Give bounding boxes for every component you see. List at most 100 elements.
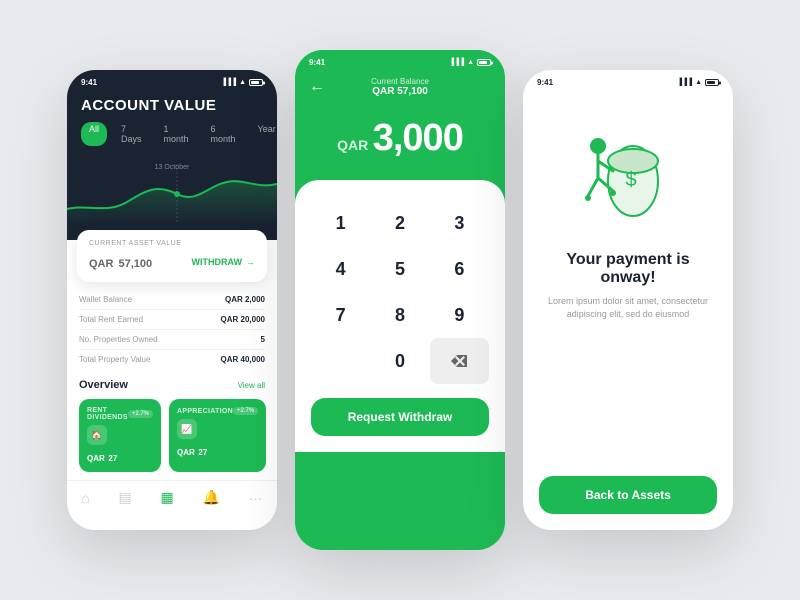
svg-text:$: $: [625, 169, 636, 191]
filter-tab-7days[interactable]: 7 Days: [113, 122, 150, 146]
asset-card-value-row: QAR 57,100 WITHDRAW →: [89, 251, 255, 272]
header-content: Current Balance QAR 57,100: [371, 77, 429, 97]
account-chart: [67, 164, 277, 224]
overview-card-dividends: RENT DIVIDENDS +2.7% 🏠 QAR 27: [79, 399, 161, 472]
nav-portfolio[interactable]: ▤: [119, 489, 132, 506]
asset-amount: 57,100: [118, 258, 152, 270]
amount-value: 3,000: [373, 117, 463, 159]
amount-currency: QAR: [337, 137, 368, 153]
numpad-key-2[interactable]: 2: [370, 200, 429, 246]
header-balance: QAR 57,100: [371, 86, 429, 97]
filter-tabs: All 7 Days 1 month 6 month Year: [81, 122, 263, 146]
phone-withdraw: 9:41 ▐▐▐ ▲ ← Current Balance QAR 57,100 …: [295, 50, 505, 550]
filter-tab-1month[interactable]: 1 month: [156, 122, 197, 146]
overview-card-dividends-value: QAR 27: [87, 449, 153, 464]
wifi-icon-2: ▲: [467, 59, 474, 66]
signal-icon: ▐▐▐: [221, 79, 236, 86]
portfolio-icon: ▤: [119, 489, 132, 506]
status-icons-2: ▐▐▐ ▲: [449, 59, 491, 66]
withdraw-button[interactable]: WITHDRAW →: [192, 257, 256, 267]
appreciation-icon: 📈: [177, 419, 197, 439]
status-bar-1: 9:41 ▐▐▐ ▲: [67, 70, 277, 91]
overview-cards: RENT DIVIDENDS +2.7% 🏠 QAR 27 APPRECIATI…: [79, 399, 265, 472]
overview-header: Overview View all: [79, 379, 265, 391]
filter-tab-all[interactable]: All: [81, 122, 107, 146]
wifi-icon: ▲: [239, 79, 246, 86]
numpad-key-0[interactable]: 0: [370, 338, 429, 384]
overview-card-appreciation-badge: +2.7%: [233, 407, 258, 415]
status-bar-2: 9:41 ▐▐▐ ▲: [295, 50, 505, 71]
overview-section: Overview View all RENT DIVIDENDS +2.7% 🏠…: [67, 379, 277, 472]
overview-title: Overview: [79, 379, 128, 391]
chart-icon: ▦: [161, 489, 174, 506]
battery-icon-1: [249, 79, 263, 86]
numpad-key-7[interactable]: 7: [311, 292, 370, 338]
signal-icon-3: ▐▐▐: [677, 79, 692, 86]
dividends-icon: 🏠: [87, 425, 107, 445]
numpad-key-6[interactable]: 6: [430, 246, 489, 292]
status-icons-1: ▐▐▐ ▲: [221, 79, 263, 86]
request-withdraw-button[interactable]: Request Withdraw: [311, 398, 489, 436]
back-button[interactable]: ←: [309, 78, 325, 96]
chart-area: 13 October: [67, 160, 277, 240]
arrow-right-icon: →: [246, 257, 255, 267]
balance-row-wallet: Wallet Balance QAR 2,000: [79, 290, 265, 310]
balance-value-property-value: QAR 40,000: [221, 355, 265, 364]
status-time-1: 9:41: [81, 78, 97, 87]
balance-label-wallet: Wallet Balance: [79, 295, 132, 304]
nav-notifications[interactable]: 🔔: [202, 489, 219, 506]
payment-illustration-svg: $: [563, 106, 693, 236]
numpad-key-8[interactable]: 8: [370, 292, 429, 338]
status-bar-3: 9:41 ▐▐▐ ▲: [523, 70, 733, 91]
phone-payment: 9:41 ▐▐▐ ▲ $: [523, 70, 733, 530]
home-icon: ⌂: [81, 490, 89, 506]
payment-description: Lorem ipsum dolor sit amet, consectetur …: [543, 295, 713, 320]
battery-icon-2: [477, 59, 491, 66]
payment-illustration: $: [523, 91, 733, 251]
numpad-key-5[interactable]: 5: [370, 246, 429, 292]
balance-value-properties: 5: [261, 335, 265, 344]
battery-icon-3: [705, 79, 719, 86]
overview-card-appreciation-label: APPRECIATION: [177, 408, 233, 415]
amount-display: QAR 3,000: [295, 101, 505, 180]
filter-tab-year[interactable]: Year: [250, 122, 277, 146]
chart-date-label: 13 October: [155, 164, 190, 171]
top-section: ACCOUNT VALUE All 7 Days 1 month 6 month…: [67, 91, 277, 160]
status-icons-3: ▐▐▐ ▲: [677, 79, 719, 86]
overview-card-dividends-header: RENT DIVIDENDS +2.7%: [87, 407, 153, 421]
numpad-key-4[interactable]: 4: [311, 246, 370, 292]
balance-value-rent: QAR 20,000: [221, 315, 265, 324]
overview-card-appreciation-value: QAR 27: [177, 443, 258, 458]
back-to-assets-button[interactable]: Back to Assets: [539, 476, 717, 514]
numpad-key-9[interactable]: 9: [430, 292, 489, 338]
asset-currency: QAR: [89, 258, 113, 270]
withdraw-header: ← Current Balance QAR 57,100: [295, 71, 505, 101]
screens-container: 9:41 ▐▐▐ ▲ ACCOUNT VALUE All 7 Days 1 mo…: [67, 50, 733, 550]
status-time-2: 9:41: [309, 58, 325, 67]
nav-home[interactable]: ⌂: [81, 490, 89, 506]
numpad-key-1[interactable]: 1: [311, 200, 370, 246]
payment-content: Your payment is onway! Lorem ipsum dolor…: [523, 251, 733, 460]
payment-title: Your payment is onway!: [543, 251, 713, 287]
balance-label-rent: Total Rent Earned: [79, 315, 143, 324]
balance-row-rent: Total Rent Earned QAR 20,000: [79, 310, 265, 330]
overview-card-dividends-label: RENT DIVIDENDS: [87, 407, 128, 421]
overview-card-appreciation: APPRECIATION +2.7% 📈 QAR 27: [169, 399, 266, 472]
numpad-key-3[interactable]: 3: [430, 200, 489, 246]
numpad-backspace[interactable]: [430, 338, 489, 384]
balance-row-property-value: Total Property Value QAR 40,000: [79, 350, 265, 369]
more-icon: ···: [249, 490, 263, 506]
signal-icon-2: ▐▐▐: [449, 59, 464, 66]
bell-icon: 🔔: [202, 489, 219, 506]
asset-card-label: CURRENT ASSET VALUE: [89, 240, 255, 247]
balance-row-properties: No. Properties Owned 5: [79, 330, 265, 350]
bottom-nav: ⌂ ▤ ▦ 🔔 ···: [67, 480, 277, 516]
overview-card-appreciation-header: APPRECIATION +2.7%: [177, 407, 258, 415]
nav-more[interactable]: ···: [249, 490, 263, 506]
balance-value-wallet: QAR 2,000: [225, 295, 265, 304]
filter-tab-6month[interactable]: 6 month: [203, 122, 244, 146]
balance-label-property-value: Total Property Value: [79, 355, 150, 364]
view-all-button[interactable]: View all: [238, 381, 265, 390]
balance-rows: Wallet Balance QAR 2,000 Total Rent Earn…: [67, 290, 277, 369]
nav-chart[interactable]: ▦: [161, 489, 174, 506]
